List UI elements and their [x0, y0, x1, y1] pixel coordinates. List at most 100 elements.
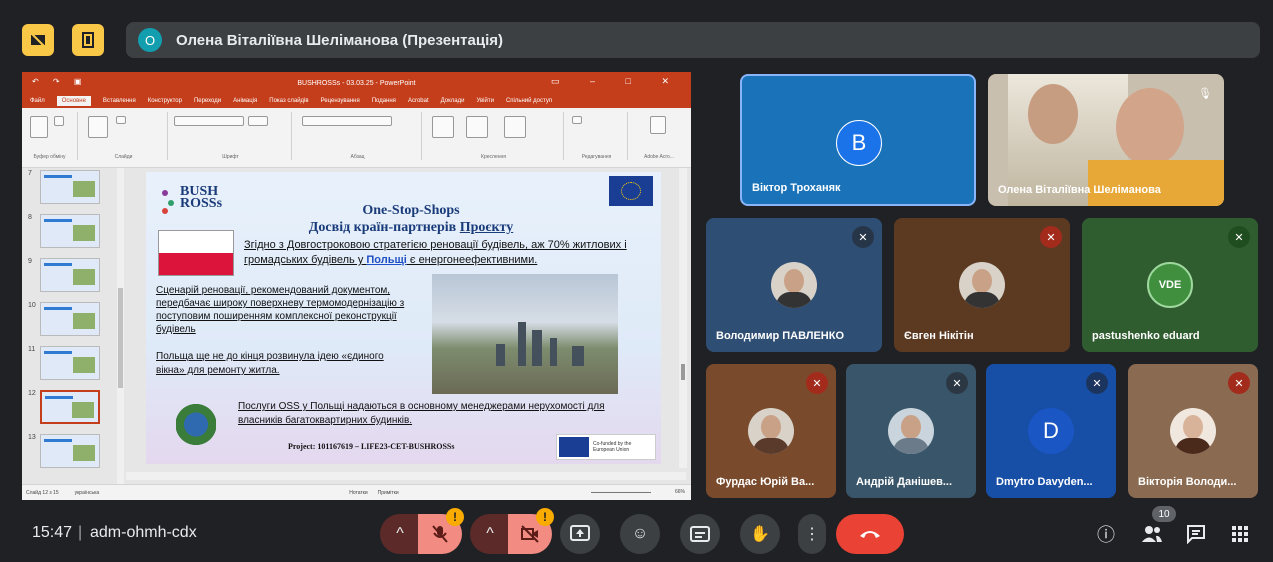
slide-scrollbar: [679, 168, 687, 468]
zoom-slider: [591, 492, 651, 493]
ribbon-group-label: Абзац: [350, 154, 365, 160]
end-call-button[interactable]: [836, 514, 904, 554]
new-slide-icon: [88, 116, 108, 138]
ppt-tab: Спільний доступ: [505, 98, 553, 104]
arrange-icon: [466, 116, 488, 138]
font-size-field: [248, 116, 268, 126]
participant-tile[interactable]: D ✕ Dmytro Davyden...: [986, 364, 1116, 498]
layout-button[interactable]: [72, 24, 104, 56]
people-icon: [1142, 526, 1162, 542]
door-icon: [82, 32, 94, 48]
apps-grid-icon: [1232, 526, 1248, 542]
hide-tile-icon: [30, 32, 46, 48]
ppt-workspace: 7 8 9 10 11 12 13 BUSH ROSSs One-Stop-Sh…: [22, 168, 691, 488]
captions-button[interactable]: [680, 514, 720, 554]
ribbon-group-font: Шрифт: [170, 112, 292, 160]
shared-screen: ↶ ↷ ▣ BUSHROSSs - 03.03.25 - PowerPoint …: [22, 72, 691, 500]
camera-options-button[interactable]: ^: [470, 514, 510, 554]
participant-tile[interactable]: 🎙 Олена Віталіївна Шеліманова: [988, 74, 1224, 206]
slide-title: One-Stop-Shops Досвід країн-партнерів Пр…: [308, 203, 514, 235]
muted-mic-icon: 🎙: [1198, 87, 1212, 100]
top-bar: О Олена Віталіївна Шеліманова (Презентац…: [0, 0, 1273, 74]
meeting-info-button[interactable]: ⓘ: [1094, 522, 1118, 546]
participant-name: Володимир ПАВЛЕНКО: [716, 330, 845, 342]
video-face: [1116, 88, 1184, 166]
mic-off-icon: [432, 525, 448, 543]
slide-thumbnail: [40, 258, 100, 292]
hide-self-view-button[interactable]: [22, 24, 54, 56]
reactions-button[interactable]: ☺: [620, 514, 660, 554]
raise-hand-button[interactable]: ✋: [740, 514, 780, 554]
ribbon-group-paragraph: Абзац: [294, 112, 422, 160]
participant-name: Андрій Данішев...: [856, 476, 953, 488]
bushrosss-logo: BUSH ROSSs: [158, 182, 230, 224]
ribbon-group-label: Шрифт: [222, 154, 239, 160]
coat-of-arms-icon: [176, 402, 216, 452]
mic-options-button[interactable]: ^: [380, 514, 420, 554]
participant-name: Євген Нікітін: [904, 330, 974, 342]
hand-icon: ✋: [750, 526, 770, 543]
present-screen-icon: [570, 525, 590, 541]
participant-tile[interactable]: ✕ Євген Нікітін: [894, 218, 1070, 352]
avatar: В: [836, 120, 882, 166]
participant-name: Dmytro Davyden...: [996, 476, 1093, 488]
poland-flag-icon: [158, 230, 234, 276]
chevron-up-icon: ^: [396, 525, 404, 542]
slide-thumbnail: [40, 214, 100, 248]
participant-name: Олена Віталіївна Шеліманова: [998, 184, 1161, 196]
ppt-status-bar: Слайд 12 з 15 українська Нотатки Примітк…: [22, 484, 691, 500]
present-button[interactable]: [560, 514, 600, 554]
slide-edit-area: BUSH ROSSs One-Stop-Shops Досвід країн-п…: [126, 168, 691, 484]
participant-tile[interactable]: В Віктор Троханяк: [740, 74, 976, 206]
city-photo: [432, 274, 618, 394]
participant-tile[interactable]: ✕ Андрій Данішев...: [846, 364, 976, 498]
ppt-tab-active: Основне: [56, 96, 91, 106]
thumb-number: 9: [28, 258, 32, 265]
quick-access-icons: ↶ ↷ ▣: [32, 77, 88, 86]
camera-warning-icon: !: [536, 508, 554, 526]
ppt-window-title: BUSHROSSs - 03.03.25 - PowerPoint: [297, 79, 416, 87]
ribbon-group-label: Редагування: [581, 154, 612, 160]
slide-thumbnail-selected: [40, 390, 100, 424]
avatar: [748, 408, 794, 454]
participant-tile[interactable]: ✕ Вікторія Володи...: [1128, 364, 1258, 498]
muted-mic-icon: ✕: [1228, 372, 1250, 394]
muted-mic-icon: ✕: [1040, 226, 1062, 248]
paste-icon: [30, 116, 48, 138]
slide-text-oss: Послуги OSS у Польщі надаються в основно…: [238, 401, 605, 426]
ribbon-group-clipboard: Буфер обміну: [22, 112, 78, 160]
slide-thumbnails: 7 8 9 10 11 12 13: [22, 168, 122, 484]
ppt-tab: Анімація: [233, 98, 258, 104]
window-controls-icon: ▭ – □ ✕: [551, 76, 683, 86]
more-options-button[interactable]: ⋮: [798, 514, 826, 554]
ribbon-group-label: Буфер обміну: [33, 154, 66, 160]
activities-button[interactable]: [1228, 522, 1252, 546]
pdf-icon: [650, 116, 666, 134]
participant-tile[interactable]: ✕ Фурдас Юрій Ва...: [706, 364, 836, 498]
thumbnails-scrollbar: [117, 168, 124, 484]
participant-tile[interactable]: ✕ Володимир ПАВЛЕНКО: [706, 218, 882, 352]
ppt-tab: Увійти: [476, 98, 494, 104]
phone-hangup-icon: [860, 531, 880, 538]
find-icon: [572, 116, 582, 124]
divider: |: [78, 524, 83, 541]
participant-name: Віктор Троханяк: [752, 182, 841, 194]
thumb-number: 13: [28, 434, 36, 441]
status-slide-count: Слайд 12 з 15: [26, 489, 59, 496]
chat-button[interactable]: [1184, 522, 1208, 546]
muted-mic-icon: ✕: [852, 226, 874, 248]
thumb-number: 10: [28, 302, 36, 309]
participant-tile[interactable]: VDE ✕ pastushenko eduard: [1082, 218, 1258, 352]
status-language: українська: [74, 489, 100, 496]
people-button[interactable]: [1140, 522, 1164, 546]
meeting-code: adm-ohmh-cdx: [90, 524, 197, 541]
presenter-banner: О Олена Віталіївна Шеліманова (Презентац…: [126, 22, 1260, 58]
cofunded-eu-logo: Co-funded by the European Union: [556, 434, 656, 460]
ribbon-group-label: Слайди: [114, 154, 133, 160]
cut-icon: [54, 116, 64, 126]
ppt-tab: Acrobat: [407, 98, 429, 104]
participant-name: pastushenko eduard: [1092, 330, 1200, 342]
presenter-avatar: О: [138, 28, 162, 52]
slide-text-scenario: Сценарій реновації, рекомендований докум…: [156, 285, 405, 335]
participant-count-badge: 10: [1152, 506, 1176, 522]
